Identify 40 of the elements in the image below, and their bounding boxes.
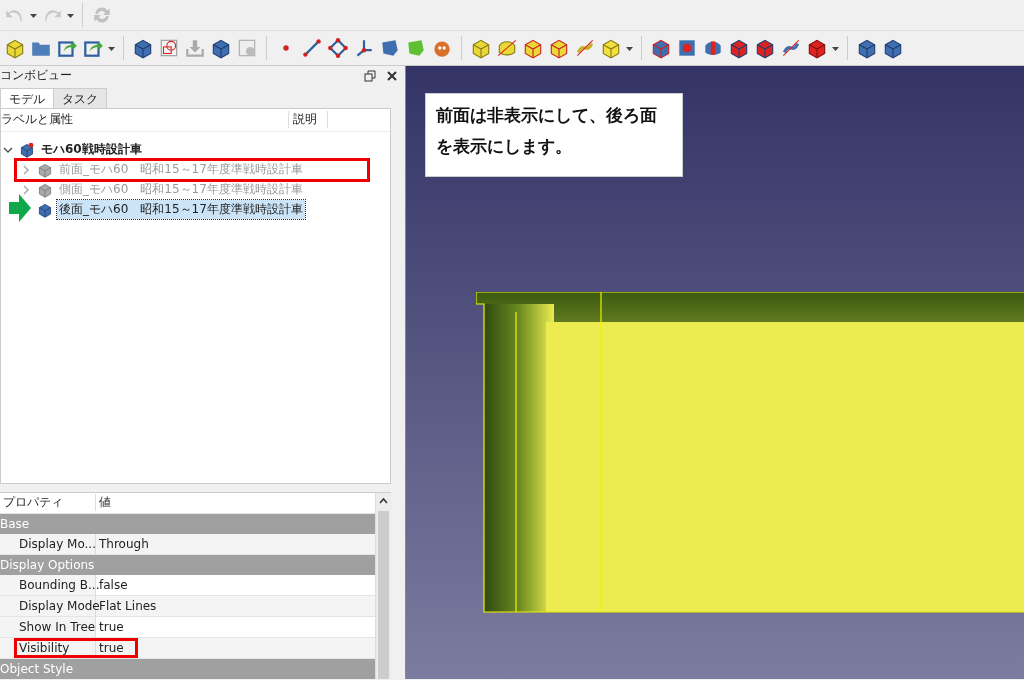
pocket-icon[interactable]: [650, 37, 672, 59]
subtractive-pipe-icon[interactable]: [754, 37, 776, 59]
additive-cube-icon[interactable]: [600, 37, 622, 59]
hole-icon[interactable]: [676, 37, 698, 59]
property-value[interactable]: Through: [96, 537, 375, 551]
tree-item[interactable]: 後面_モハ60 昭和15～17年度準戦時設計車: [57, 200, 305, 220]
scrollbar-thumb[interactable]: [378, 511, 389, 679]
revolve-icon[interactable]: [496, 37, 518, 59]
extrude-pad-icon[interactable]: [470, 37, 492, 59]
subtractive-helix-icon[interactable]: [780, 37, 802, 59]
helix-icon[interactable]: [574, 37, 596, 59]
annotation-note: 前面は非表示にして、後ろ面を表示にします。: [425, 93, 683, 177]
column-header: ラベルと属性: [1, 111, 289, 129]
sketch-shapes-icon[interactable]: [158, 37, 180, 59]
document-cube-icon: [19, 141, 35, 158]
line-icon[interactable]: [301, 37, 323, 59]
subtractive-cube-icon[interactable]: [806, 37, 828, 59]
datum-block-icon[interactable]: [856, 37, 878, 59]
diamond-polyline-icon[interactable]: [327, 37, 349, 59]
loft-icon[interactable]: [522, 37, 544, 59]
surface-icon[interactable]: [379, 37, 401, 59]
subtractive-loft-icon[interactable]: [728, 37, 750, 59]
tree-item[interactable]: モハ60戦時設計車: [39, 140, 144, 160]
panel-tab[interactable]: モデル: [0, 87, 54, 108]
close-icon[interactable]: [385, 68, 399, 83]
step-block-icon[interactable]: [132, 37, 154, 59]
column-header: 値: [98, 494, 112, 512]
column-header: 説明: [289, 111, 328, 129]
pipe-icon[interactable]: [548, 37, 570, 59]
column-header: プロパティ: [0, 494, 96, 512]
float-window-icon[interactable]: [363, 68, 377, 83]
property-value[interactable]: true: [96, 620, 375, 634]
panel-title: コンボビュー: [0, 67, 73, 85]
block-icon[interactable]: [882, 37, 904, 59]
property-name[interactable]: Show In Tree: [0, 617, 96, 637]
3d-viewport[interactable]: 前面は非表示にして、後ろ面を表示にします。: [405, 66, 1024, 679]
cube-icon[interactable]: [210, 37, 232, 59]
property-value[interactable]: true: [96, 641, 375, 655]
stairs-block-icon[interactable]: [4, 37, 26, 59]
panel-tab[interactable]: タスク: [53, 87, 107, 108]
